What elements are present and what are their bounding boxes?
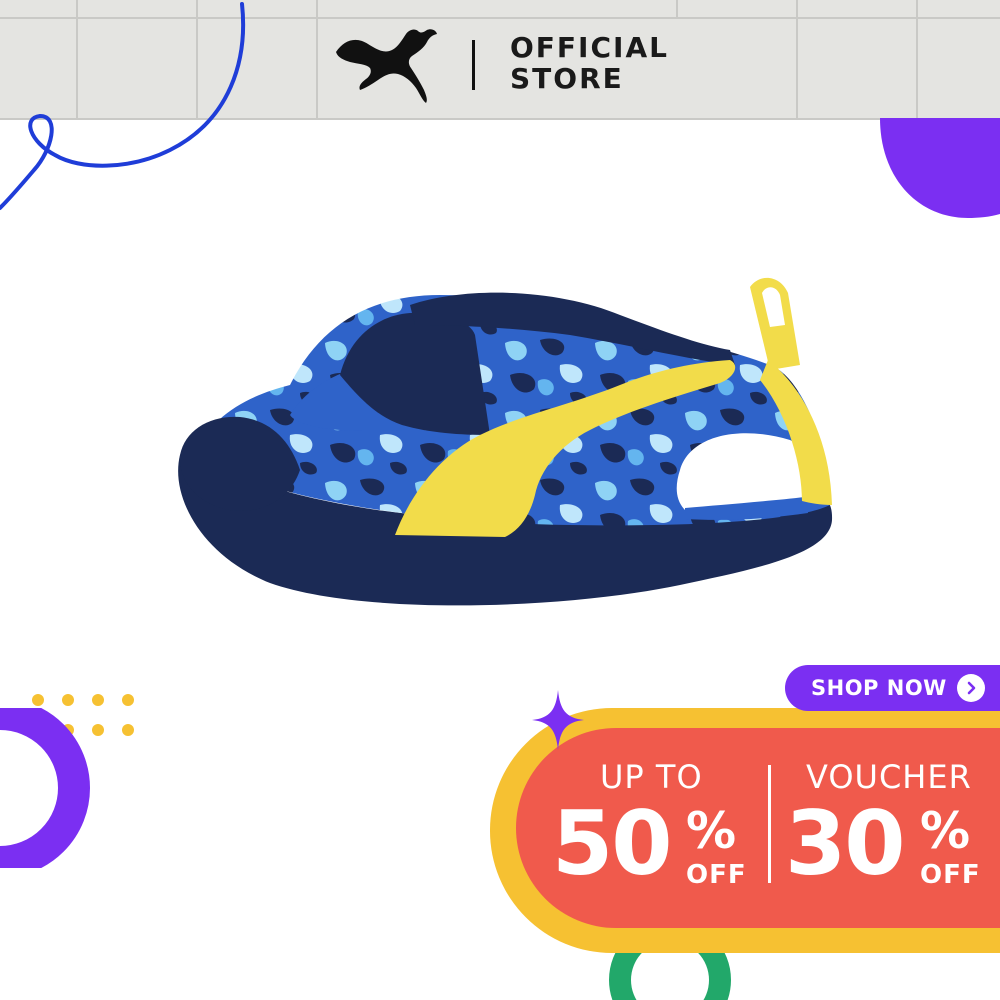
promo-percent-sign: %	[686, 802, 737, 860]
voucher-label: VOUCHER	[806, 758, 972, 796]
shop-now-button[interactable]: SHOP NOW	[785, 665, 1000, 711]
promo-off-label: OFF	[686, 860, 747, 890]
store-line-2: STORE	[510, 62, 624, 95]
sparkle-icon	[532, 690, 584, 750]
header-grid-line	[316, 0, 318, 118]
chevron-right-icon	[956, 674, 985, 702]
header-grid-line	[916, 0, 918, 118]
promo-divider	[768, 765, 771, 883]
blue-squiggle-decoration	[0, 2, 246, 210]
purple-circle-decoration	[880, 118, 1000, 218]
promo-discount-value: 50	[552, 792, 672, 895]
promo-up-to: UP TO	[600, 758, 703, 796]
kids-sandal-image	[178, 277, 833, 606]
voucher-percent-sign: %	[920, 802, 971, 860]
puma-logo-icon	[336, 29, 437, 103]
official-store-label: OFFICIAL STORE	[510, 32, 669, 94]
store-line-1: OFFICIAL	[510, 31, 669, 64]
header-separator	[472, 40, 475, 90]
purple-ring-decoration	[0, 708, 90, 868]
shop-now-label: SHOP NOW	[811, 676, 947, 700]
voucher-off-label: OFF	[920, 860, 981, 890]
voucher-value: 30	[785, 792, 905, 895]
header-grid-line	[796, 0, 798, 118]
